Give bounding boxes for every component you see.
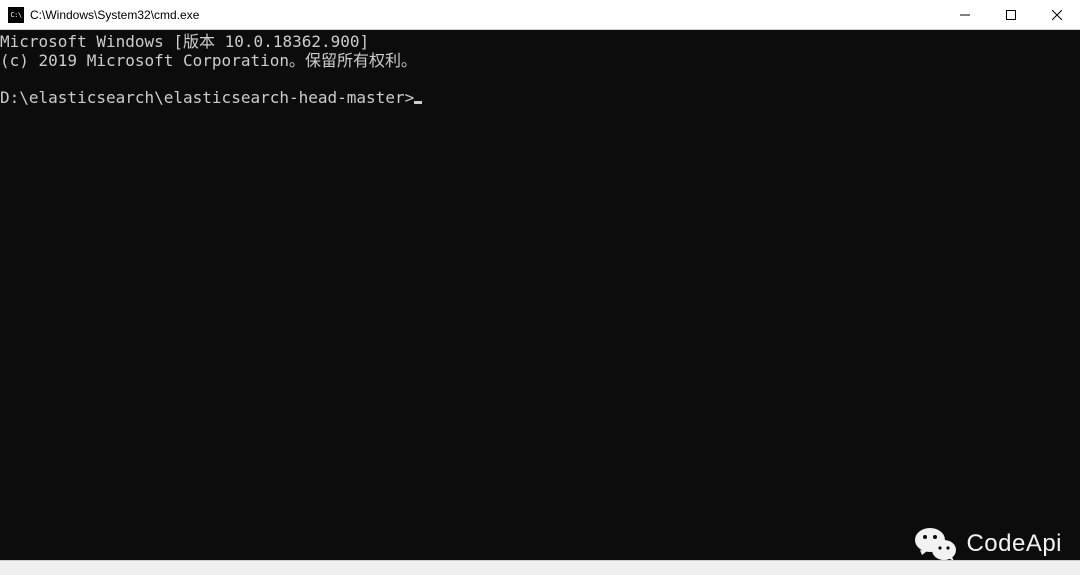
- cmd-icon: C:\: [8, 7, 24, 23]
- maximize-icon: [1006, 10, 1016, 20]
- window-titlebar: C:\ C:\Windows\System32\cmd.exe: [0, 0, 1080, 30]
- window-controls: [942, 0, 1080, 29]
- minimize-icon: [960, 10, 970, 20]
- background-window-strip: [0, 560, 1080, 575]
- cursor: [414, 101, 422, 104]
- watermark: CodeApi: [914, 525, 1062, 563]
- terminal-prompt: D:\elasticsearch\elasticsearch-head-mast…: [0, 88, 1080, 107]
- maximize-button[interactable]: [988, 0, 1034, 29]
- close-icon: [1052, 10, 1062, 20]
- minimize-button[interactable]: [942, 0, 988, 29]
- cmd-icon-label: C:\: [10, 11, 21, 19]
- terminal-line-version: Microsoft Windows [版本 10.0.18362.900]: [0, 32, 1080, 51]
- terminal-area[interactable]: Microsoft Windows [版本 10.0.18362.900](c)…: [0, 30, 1080, 560]
- prompt-text: D:\elasticsearch\elasticsearch-head-mast…: [0, 88, 414, 107]
- window-title: C:\Windows\System32\cmd.exe: [30, 8, 942, 22]
- wechat-icon: [914, 525, 958, 563]
- terminal-line-copyright: (c) 2019 Microsoft Corporation。保留所有权利。: [0, 51, 1080, 70]
- watermark-text: CodeApi: [966, 530, 1062, 558]
- close-button[interactable]: [1034, 0, 1080, 29]
